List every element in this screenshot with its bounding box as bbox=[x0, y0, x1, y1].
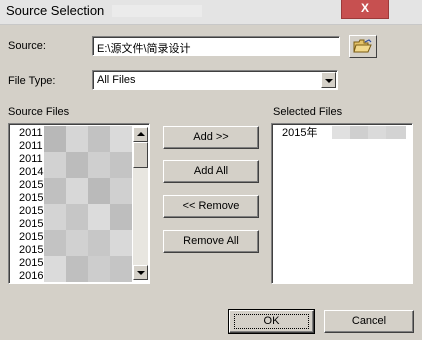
folder-open-icon bbox=[353, 39, 372, 53]
source-files-label: Source Files bbox=[8, 106, 70, 118]
file-type-select[interactable]: All Files bbox=[92, 70, 338, 90]
chevron-down-icon[interactable] bbox=[321, 72, 336, 88]
redaction-mosaic bbox=[44, 126, 132, 282]
list-item[interactable]: 2015 bbox=[19, 244, 43, 257]
focus-rect bbox=[234, 314, 309, 329]
file-type-label: File Type: bbox=[8, 75, 56, 87]
chevron-down-icon bbox=[137, 271, 145, 275]
redaction-mosaic bbox=[332, 126, 406, 139]
list-item[interactable]: 2015 bbox=[19, 192, 43, 205]
source-label: Source: bbox=[8, 40, 46, 52]
blurred-title-text bbox=[112, 5, 202, 17]
source-path-value: E:\源文件\简录设计 bbox=[97, 43, 191, 55]
add-button[interactable]: Add >> bbox=[163, 126, 259, 149]
list-item[interactable]: 2016 bbox=[19, 270, 43, 283]
file-type-value: All Files bbox=[97, 74, 136, 86]
list-item[interactable]: 2014 bbox=[19, 166, 43, 179]
list-item[interactable]: 2015 bbox=[19, 218, 43, 231]
list-item[interactable]: 2011 bbox=[19, 140, 43, 153]
list-item[interactable]: 2011 bbox=[19, 127, 43, 140]
close-button[interactable]: X bbox=[341, 0, 389, 19]
remove-all-button[interactable]: Remove All bbox=[163, 230, 259, 253]
browse-folder-button[interactable] bbox=[349, 35, 377, 58]
add-all-button[interactable]: Add All bbox=[163, 160, 259, 183]
chevron-up-icon bbox=[137, 132, 145, 136]
window-title: Source Selection bbox=[6, 3, 105, 18]
scroll-up-button[interactable] bbox=[133, 127, 148, 142]
ok-button[interactable]: OK bbox=[228, 309, 315, 334]
cancel-button[interactable]: Cancel bbox=[324, 310, 414, 333]
list-item[interactable]: 2011 bbox=[19, 153, 43, 166]
source-path-field[interactable]: E:\源文件\简录设计 bbox=[92, 36, 340, 56]
title-bar: Source Selection X bbox=[0, 0, 422, 25]
list-item[interactable]: 2015 bbox=[19, 257, 43, 270]
remove-button[interactable]: << Remove bbox=[163, 195, 259, 218]
close-icon: X bbox=[360, 1, 369, 15]
list-item[interactable]: 2015 bbox=[19, 179, 43, 192]
source-files-scrollbar[interactable] bbox=[133, 127, 148, 280]
list-item[interactable]: 2015 bbox=[19, 231, 43, 244]
list-item[interactable]: 2015 bbox=[19, 205, 43, 218]
list-item[interactable]: 2015年 bbox=[282, 127, 317, 140]
selected-files-label: Selected Files bbox=[273, 106, 343, 118]
selected-files-list[interactable]: 2015年 bbox=[271, 123, 413, 284]
scroll-thumb[interactable] bbox=[133, 142, 148, 168]
scroll-down-button[interactable] bbox=[133, 265, 148, 280]
